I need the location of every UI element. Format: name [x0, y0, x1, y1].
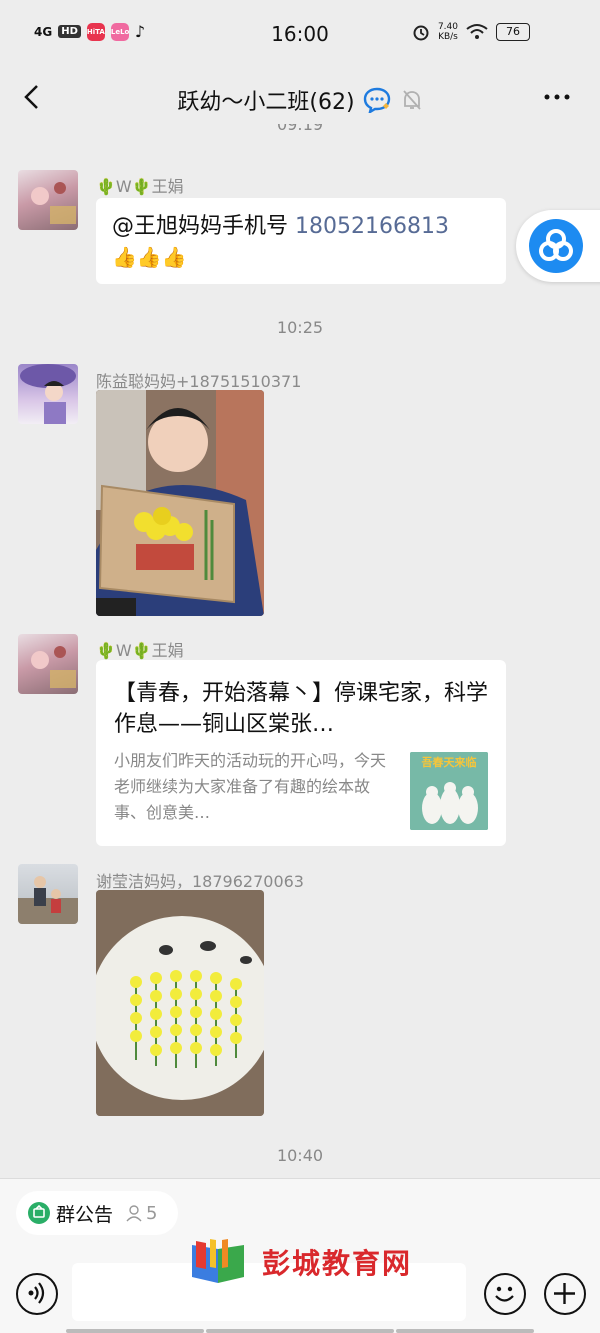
- card-description: 小朋友们昨天的活动玩的开心吗，今天老师继续为大家准备了有趣的绘本故事、创意美…: [114, 751, 387, 822]
- emoji-button[interactable]: [484, 1273, 526, 1315]
- alarm-icon: [413, 25, 429, 41]
- person-icon: [126, 1205, 142, 1222]
- thumbs-up-emojis: 👍👍👍: [112, 245, 187, 269]
- voice-input-button[interactable]: [16, 1273, 58, 1315]
- sender-name: 🌵W🌵王娟: [96, 641, 184, 660]
- timestamp-partial-text: 09:19: [276, 124, 324, 134]
- more-options-button[interactable]: [542, 84, 572, 110]
- watermark-text: 彭城教育网: [262, 1247, 413, 1280]
- avatar-wang-juan[interactable]: [18, 170, 78, 230]
- chat-title[interactable]: 跃幼～小二班(62): [177, 84, 354, 116]
- notice-icon: [28, 1202, 50, 1224]
- avatar-image: [31, 182, 76, 224]
- assistant-logo-icon: [529, 219, 583, 273]
- speed-value: 7.40: [437, 22, 458, 32]
- more-dots-icon: [544, 94, 570, 100]
- chat-bubble-icon[interactable]: [363, 87, 393, 113]
- notice-viewers: 5: [125, 1203, 157, 1224]
- phone-link[interactable]: 18052166813: [295, 214, 449, 239]
- smiley-icon: [495, 1286, 514, 1302]
- sender-name: 🌵W🌵王娟: [96, 177, 184, 196]
- message-text: @王旭妈妈手机号: [112, 214, 295, 239]
- avatar-wang-juan[interactable]: [18, 634, 78, 694]
- avatar-chen-yicong-mom[interactable]: [18, 364, 78, 424]
- flower-plate-photo: [96, 890, 264, 1116]
- chat-header: 跃幼～小二班(62): [0, 70, 600, 126]
- sender-name: 陈益聪妈妈+18751510371: [96, 372, 302, 391]
- timestamp: 10:25: [276, 318, 324, 337]
- speed-unit: KB/s: [438, 32, 458, 42]
- status-bar: 4G HD HiTA LeLo ♪ 16:00 7.40 KB/s 76: [0, 0, 600, 70]
- nav-indicator: [396, 1329, 534, 1333]
- nav-indicator: [206, 1329, 394, 1333]
- link-card-message[interactable]: 【青春，开始落幕丶】停课宅家，科学作息——铜山区棠张… 小朋友们昨天的活动玩的开…: [96, 660, 506, 846]
- message-bubble-text[interactable]: @王旭妈妈手机号 18052166813 👍👍👍: [96, 198, 506, 284]
- group-notice-button[interactable]: 群公告 5: [16, 1191, 178, 1235]
- network-speed: 7.40 KB/s: [438, 22, 458, 42]
- voice-icon: [28, 1282, 45, 1304]
- book-logo-icon: [192, 1239, 244, 1283]
- timestamp: 10:40: [276, 1146, 324, 1165]
- card-thumbnail-title: 吾春天来临: [421, 756, 477, 769]
- avatar-image: [20, 364, 76, 424]
- wifi-icon: [466, 24, 488, 39]
- notice-count: 5: [146, 1202, 158, 1224]
- timestamp-partial: 09:19: [0, 124, 600, 138]
- battery-indicator: 76: [496, 23, 530, 41]
- card-title: 【青春，开始落幕丶】停课宅家，科学作息——铜山区棠张…: [114, 681, 488, 737]
- avatar-image: [18, 876, 78, 924]
- floating-assistant-button[interactable]: [516, 210, 600, 282]
- more-functions-button[interactable]: [544, 1273, 586, 1315]
- photo-message-flower-plate[interactable]: [96, 890, 264, 1116]
- photo-message-child-craft[interactable]: [96, 390, 264, 616]
- plus-icon: [554, 1283, 575, 1304]
- child-craft-photo: [96, 390, 264, 616]
- chat-title-area: 跃幼～小二班(62): [0, 84, 600, 116]
- card-thumbnail: 吾春天来临: [410, 752, 488, 830]
- watermark-logo: 彭城教育网: [188, 1237, 412, 1287]
- mute-bell-icon: [402, 90, 421, 110]
- sender-name: 谢莹洁妈妈，18796270063: [96, 872, 304, 891]
- group-notice-label: 群公告: [56, 1203, 114, 1226]
- status-right: 7.40 KB/s 76: [412, 22, 530, 42]
- nav-indicator: [66, 1329, 204, 1333]
- bottom-input-panel: 群公告 5 彭城教育网: [0, 1178, 600, 1333]
- avatar-xie-yingjie-mom[interactable]: [18, 864, 78, 924]
- avatar-image: [31, 646, 76, 688]
